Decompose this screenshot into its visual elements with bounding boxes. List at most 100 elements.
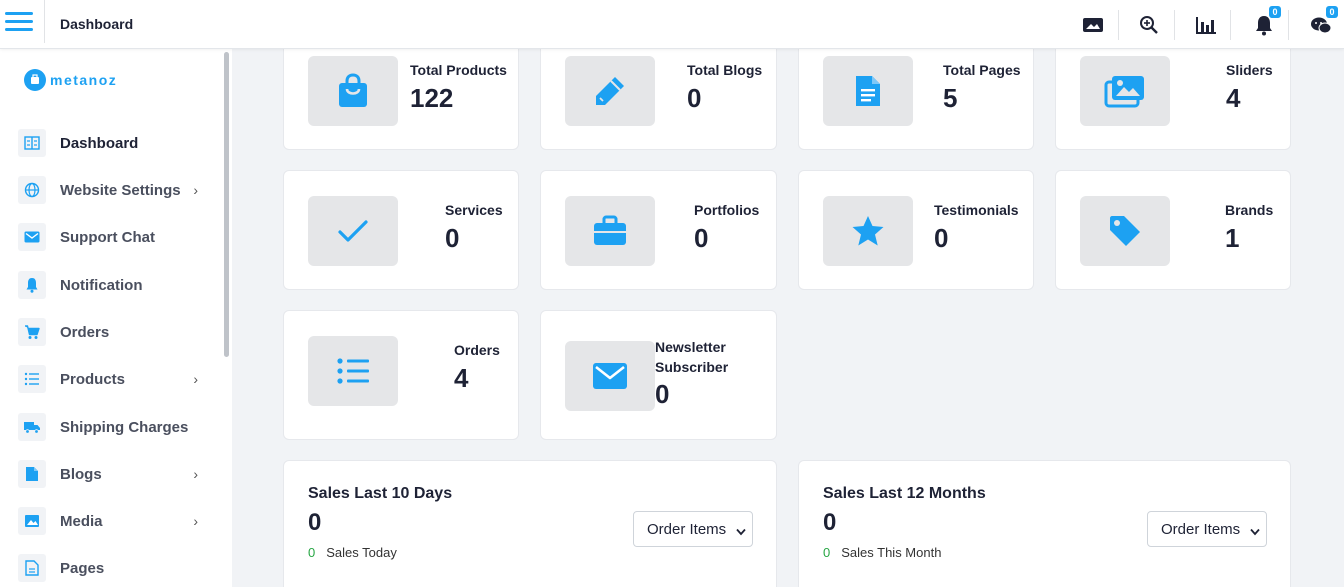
- sidebar-item-support-chat[interactable]: Support Chat: [18, 222, 208, 252]
- logo[interactable]: metanoz: [24, 69, 117, 91]
- divider: [1230, 10, 1231, 40]
- sidebar-item-website-settings[interactable]: Website Settings ›: [18, 175, 208, 205]
- zoom-search-icon[interactable]: [1136, 12, 1162, 38]
- tag-icon: [1080, 196, 1170, 266]
- stat-card-testimonials[interactable]: Testimonials 0: [798, 170, 1034, 290]
- stat-value: 0: [655, 379, 670, 409]
- sidebar-item-label: Dashboard: [60, 134, 139, 152]
- stat-value: 5: [943, 83, 958, 113]
- chevron-right-icon: ›: [193, 371, 198, 387]
- sidebar-item-notification[interactable]: Notification: [18, 270, 208, 300]
- sales-panel-last-12-months: Sales Last 12 Months 0 0 Sales This Mont…: [798, 460, 1291, 587]
- stat-card-newsletter-subscriber[interactable]: Newsletter Subscriber 0: [540, 310, 777, 440]
- sidebar-item-orders[interactable]: Orders: [18, 317, 208, 347]
- bar-chart-icon[interactable]: [1193, 12, 1219, 38]
- briefcase-icon: [565, 196, 655, 266]
- star-icon: [823, 196, 913, 266]
- stat-label: Services: [445, 202, 503, 218]
- chat-count-badge: 0: [1326, 6, 1338, 18]
- notification-bell-icon[interactable]: 0: [1251, 6, 1281, 38]
- stat-label: Portfolios: [694, 202, 760, 218]
- stat-value: 0: [445, 223, 460, 253]
- stat-label: Sliders: [1226, 62, 1273, 78]
- stat-value: 0: [694, 223, 709, 253]
- stat-label: Newsletter Subscriber: [655, 339, 729, 375]
- sales-title: Sales Last 10 Days: [308, 485, 453, 502]
- list-icon: [18, 365, 46, 393]
- sales-today-count: 0: [308, 545, 316, 560]
- sidebar-item-pages[interactable]: Pages: [18, 553, 208, 583]
- stat-card-brands[interactable]: Brands 1: [1055, 170, 1291, 290]
- stat-value: 1: [1225, 223, 1240, 253]
- truck-icon: [18, 413, 46, 441]
- select-value: Order Items: [1161, 520, 1241, 538]
- stat-value: 0: [934, 223, 949, 253]
- chevron-right-icon: ›: [193, 513, 198, 529]
- divider: [1288, 10, 1289, 40]
- sidebar-item-label: Support Chat: [60, 228, 155, 246]
- stat-label: Brands: [1225, 202, 1274, 218]
- sales-summary: 0 Sales This Month: [823, 545, 941, 560]
- check-icon: [308, 196, 398, 266]
- divider: [1174, 10, 1175, 40]
- stat-label: Total Pages: [943, 62, 1021, 78]
- sidebar: metanoz Dashboard Website Settings › Sup…: [0, 49, 232, 587]
- stat-label: Total Products: [410, 62, 507, 78]
- globe-icon: [18, 176, 46, 204]
- pencil-icon: [565, 56, 655, 126]
- logo-icon: [24, 69, 46, 91]
- sidebar-item-blogs[interactable]: Blogs ›: [18, 459, 208, 489]
- bell-icon: [18, 271, 46, 299]
- sidebar-item-label: Media: [60, 512, 103, 530]
- dashboard-icon: [18, 129, 46, 157]
- page-title: Dashboard: [60, 16, 134, 32]
- hamburger-menu-icon[interactable]: [5, 12, 33, 34]
- sidebar-item-dashboard[interactable]: Dashboard: [18, 128, 208, 158]
- envelope-icon: [565, 341, 655, 411]
- images-icon: [1080, 56, 1170, 126]
- sales-panel-last-10-days: Sales Last 10 Days 0 0 Sales Today Order…: [283, 460, 777, 587]
- stat-card-orders[interactable]: Orders 4: [283, 310, 519, 440]
- chat-icon[interactable]: 0: [1308, 6, 1338, 38]
- sidebar-item-label: Notification: [60, 276, 143, 294]
- divider: [1118, 10, 1119, 40]
- divider: [44, 0, 45, 43]
- sidebar-scrollbar[interactable]: [224, 52, 229, 357]
- sales-month-label: Sales This Month: [841, 545, 942, 560]
- shopping-bag-icon: [308, 56, 398, 126]
- document-icon: [18, 554, 46, 582]
- stat-value: 4: [454, 363, 469, 393]
- sales-value: 0: [823, 509, 837, 536]
- chevron-down-icon: [1250, 523, 1260, 540]
- sidebar-item-label: Products: [60, 370, 126, 388]
- chevron-right-icon: ›: [193, 466, 198, 482]
- document-icon: [823, 56, 913, 126]
- sidebar-item-media[interactable]: Media ›: [18, 506, 208, 536]
- sidebar-item-label: Pages: [60, 559, 105, 577]
- stat-card-portfolios[interactable]: Portfolios 0: [540, 170, 777, 290]
- image-icon[interactable]: [1080, 12, 1106, 38]
- sidebar-item-label: Shipping Charges: [60, 418, 189, 436]
- sidebar-item-label: Website Settings: [60, 181, 181, 199]
- sidebar-item-shipping-charges[interactable]: Shipping Charges: [18, 412, 208, 442]
- select-value: Order Items: [647, 520, 727, 538]
- stat-label: Testimonials: [934, 202, 1019, 218]
- sales-month-count: 0: [823, 545, 831, 560]
- sales-value: 0: [308, 509, 322, 536]
- list-icon: [308, 336, 398, 406]
- sidebar-item-label: Orders: [60, 323, 110, 341]
- sales-today-label: Sales Today: [326, 545, 397, 560]
- order-items-select[interactable]: Order Items: [633, 511, 753, 547]
- sales-summary: 0 Sales Today: [308, 545, 397, 560]
- sidebar-item-products[interactable]: Products ›: [18, 364, 208, 394]
- chevron-down-icon: [736, 523, 746, 540]
- stat-card-services[interactable]: Services 0: [283, 170, 519, 290]
- top-bar: Dashboard 0 0: [0, 0, 1344, 49]
- stat-label: Orders: [454, 342, 500, 358]
- stat-value: 122: [410, 83, 454, 113]
- order-items-select[interactable]: Order Items: [1147, 511, 1267, 547]
- stat-label: Total Blogs: [687, 62, 763, 78]
- envelope-icon: [18, 223, 46, 251]
- stat-value: 0: [687, 83, 702, 113]
- logo-text: metanoz: [50, 72, 118, 88]
